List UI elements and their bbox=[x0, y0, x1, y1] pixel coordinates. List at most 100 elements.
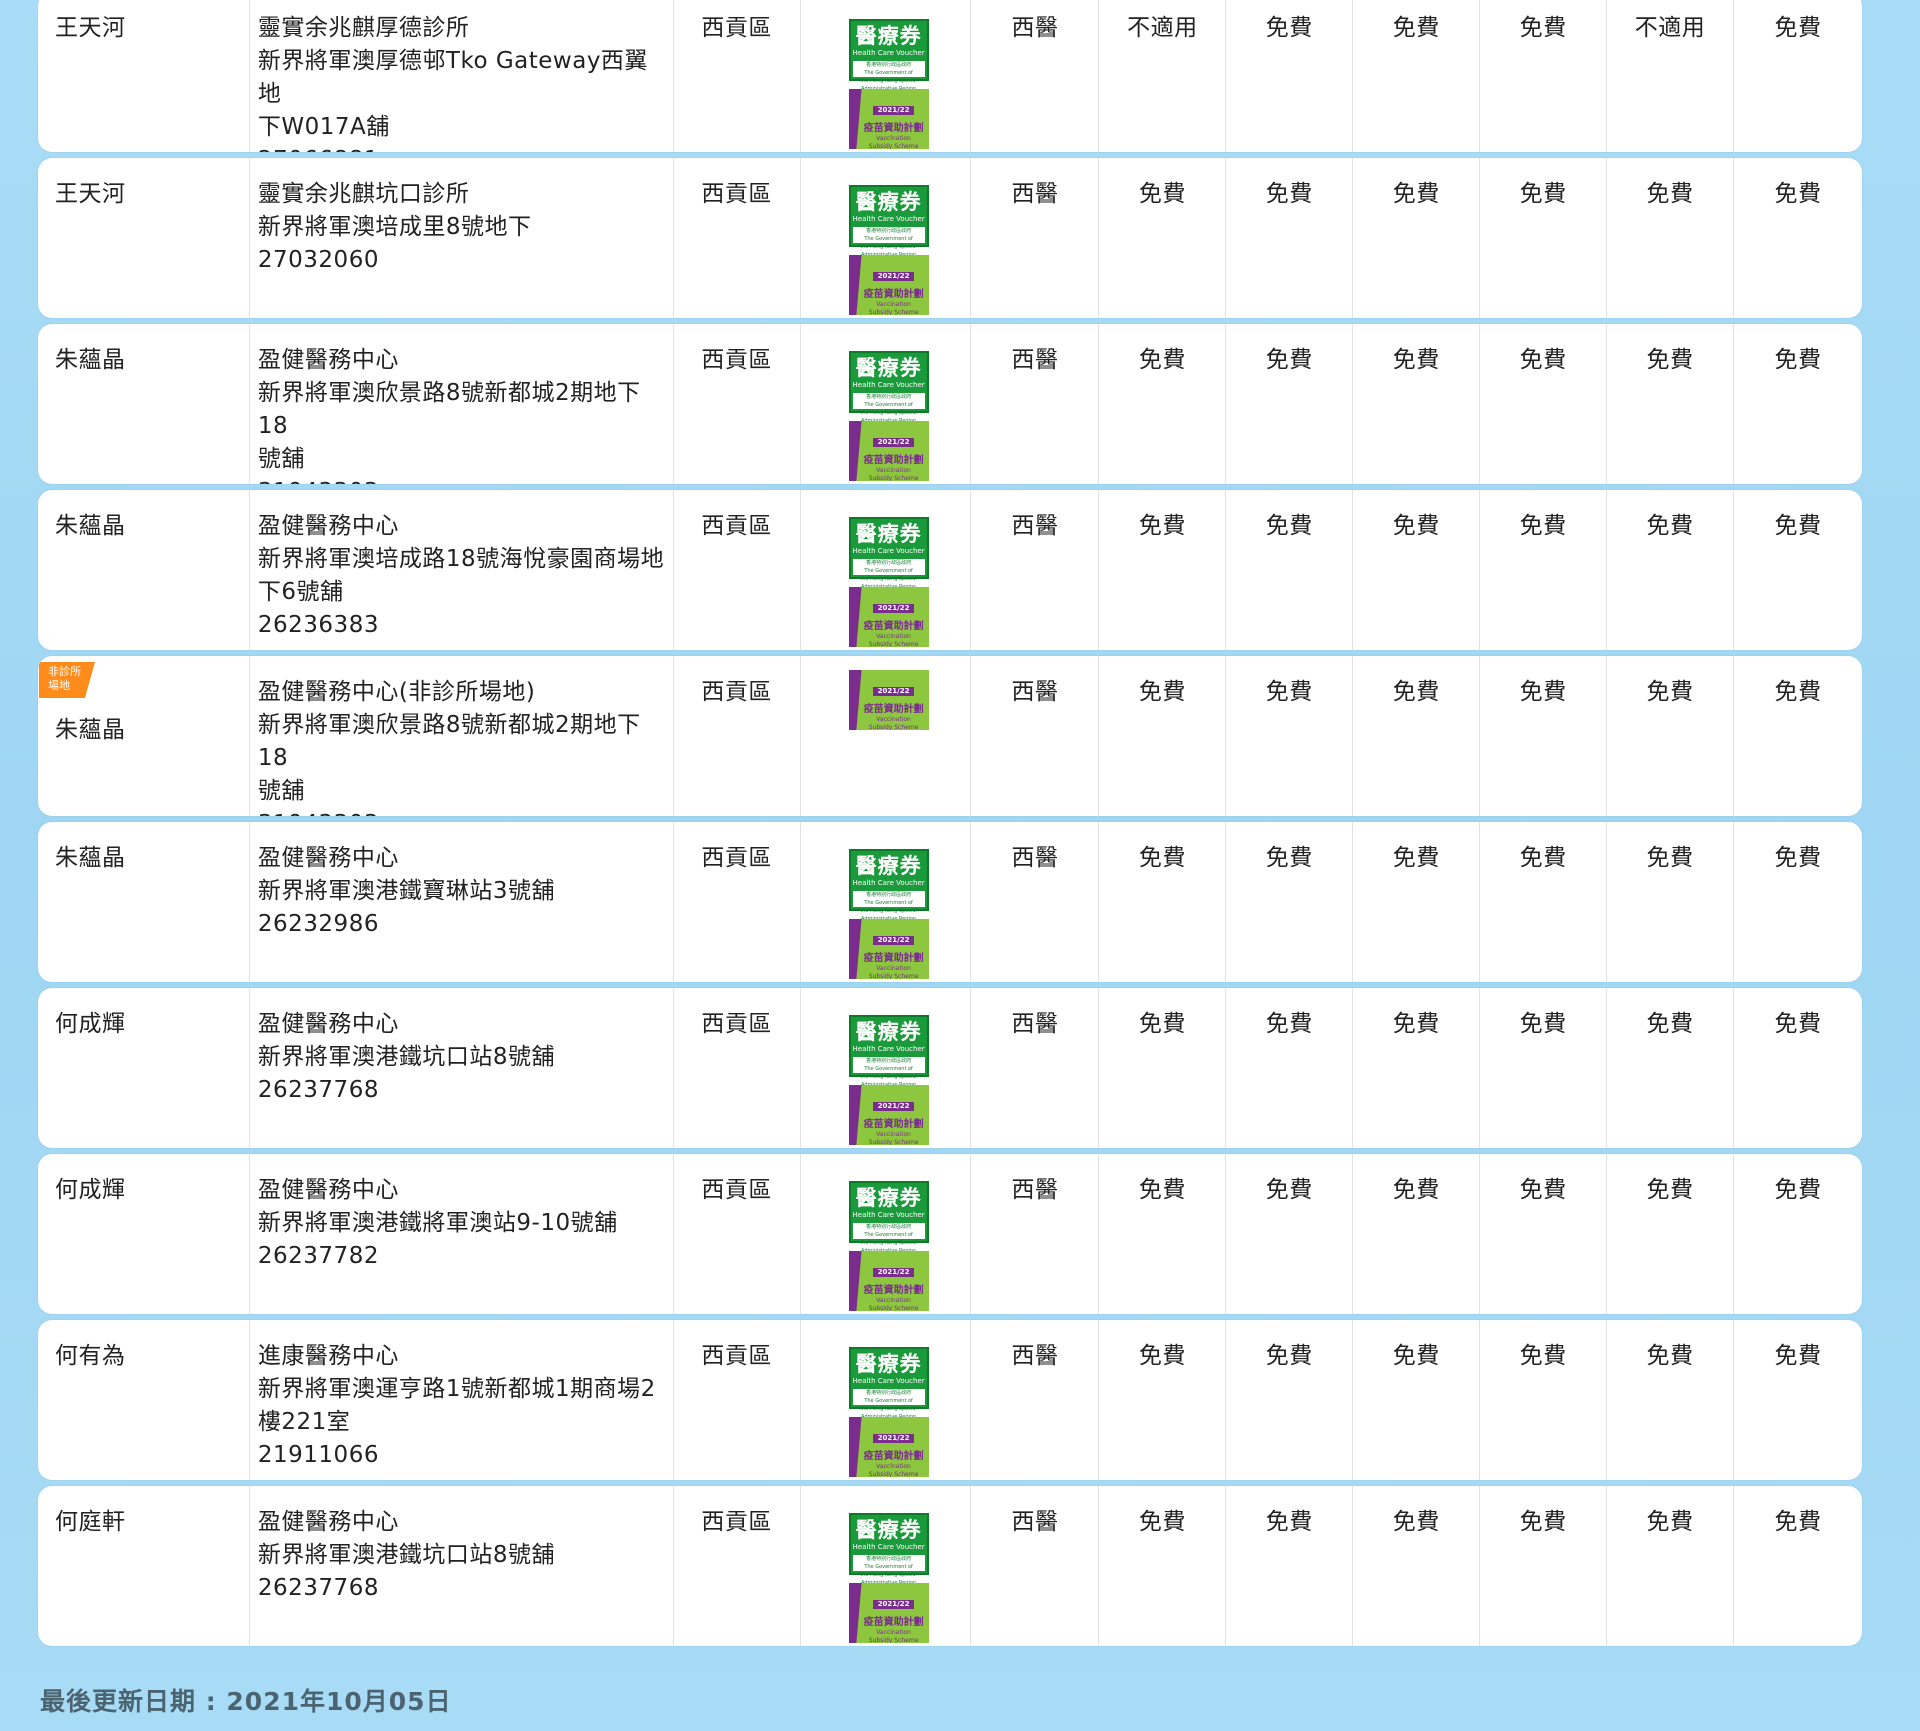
fee-cell: 免費 bbox=[1226, 1486, 1354, 1646]
doctor-cell: 何成輝 bbox=[38, 1154, 250, 1314]
fee-cell: 免費 bbox=[1480, 1486, 1608, 1646]
fee-cell: 免費 bbox=[1774, 181, 1822, 207]
health-care-voucher-logo: 醫療券 Health Care Voucher 香港特別行政區政府 The Gove… bbox=[848, 19, 929, 92]
district-cell: 西貢區 bbox=[674, 1154, 801, 1314]
fee-cell: 免費 bbox=[1607, 158, 1735, 318]
doctor-name: 何成輝 bbox=[55, 1011, 126, 1037]
clinic-cell: 盈健醫務中心(非診所場地) 新界將軍澳欣景路8號新都城2期地下18 號舖 319433… bbox=[250, 656, 674, 816]
practice-type-cell: 西醫 bbox=[971, 0, 1100, 152]
hcv-strip: 香港特別行政區政府 The Government of the Hong Kon… bbox=[852, 1389, 925, 1420]
vss-title: 疫苗資助計劃 bbox=[863, 123, 924, 134]
scheme-cell: 醫療券 Health Care Voucher 香港特別行政區政府 The Gove… bbox=[801, 1320, 972, 1480]
doctor-name: 朱蘊晶 bbox=[55, 845, 126, 871]
clinic-address-line: 新界將軍澳厚德邨Tko Gateway西翼地 bbox=[257, 48, 648, 107]
vss-title: 疫苗資助計劃 bbox=[863, 1285, 924, 1296]
vss-title: 疫苗資助計劃 bbox=[863, 1451, 924, 1462]
scheme-cell: 醫療券 Health Care Voucher 香港特別行政區政府 The Gove… bbox=[801, 158, 972, 318]
hcv-title: 醫療券 bbox=[855, 1352, 922, 1376]
clinic-phone: 26237782 bbox=[257, 1243, 379, 1269]
hcv-subtitle: Health Care Voucher bbox=[852, 1543, 925, 1551]
district-cell: 西貢區 bbox=[674, 490, 801, 650]
hcv-subtitle: Health Care Voucher bbox=[852, 1377, 925, 1385]
clinic-address-line: 新界將軍澳運亨路1號新都城1期商場2 bbox=[257, 1376, 656, 1402]
clinic-phone: 31943303 bbox=[258, 476, 667, 484]
vss-subtitle: Vaccination Subsidy Scheme bbox=[868, 1131, 919, 1145]
fee-cell: 免費 bbox=[1774, 347, 1822, 373]
clinic-cell: 盈健醫務中心 新界將軍澳港鐵將軍澳站9-10號舖 26237782 bbox=[250, 1154, 674, 1314]
table-row: 何庭軒 盈健醫務中心 新界將軍澳港鐵坑口站8號舖 26237768 西貢區 醫療券 Heal… bbox=[38, 1486, 1862, 1646]
fee-cell: 免費 bbox=[1353, 0, 1481, 152]
health-care-voucher-logo: 醫療券 Health Care Voucher 香港特別行政區政府 The Gove… bbox=[848, 1015, 929, 1088]
fee-cell: 免費 bbox=[1480, 158, 1608, 318]
clinic-cell: 盈健醫務中心 新界將軍澳港鐵坑口站8號舖 26237768 bbox=[250, 988, 674, 1148]
fee-cell: 免費 bbox=[1480, 490, 1608, 650]
table-row: 王天河 靈實余兆麒坑口診所 新界將軍澳培成里8號地下 27032060 西貢區 醫療券 He… bbox=[38, 158, 1862, 318]
hcv-strip: 香港特別行政區政府 The Government of the Hong Kon… bbox=[852, 1057, 925, 1088]
fee-cell: 免費 bbox=[1607, 822, 1735, 982]
clinic-name: 靈實余兆麒厚德診所 bbox=[257, 15, 470, 41]
scheme-cell: 醫療券 Health Care Voucher 香港特別行政區政府 The Gove… bbox=[801, 1486, 972, 1646]
vss-title: 疫苗資助計劃 bbox=[863, 704, 924, 715]
doctor-cell: 何有為 bbox=[38, 1320, 250, 1480]
clinic-name: 盈健醫務中心 bbox=[257, 347, 399, 373]
scheme-cell: 醫療券 Health Care Voucher 香港特別行政區政府 The Gove… bbox=[801, 324, 972, 484]
fee-cell: 免費 bbox=[1607, 324, 1735, 484]
vss-year: 2021/22 bbox=[872, 687, 915, 696]
vss-year: 2021/22 bbox=[872, 1268, 915, 1277]
fee-cell: 免費 bbox=[1607, 656, 1735, 816]
fee-cell: 免費 bbox=[1607, 1486, 1735, 1646]
practice-type-cell: 西醫 bbox=[971, 490, 1100, 650]
practice-type-cell: 西醫 bbox=[971, 324, 1100, 484]
hcv-strip: 香港特別行政區政府 The Government of the Hong Kon… bbox=[852, 61, 925, 92]
doctor-cell: 王天河 bbox=[38, 158, 250, 318]
fee-cell: 免費 bbox=[1226, 1320, 1354, 1480]
scheme-cell: 醫療券 Health Care Voucher 香港特別行政區政府 The Gove… bbox=[801, 1154, 972, 1314]
doctor-cell: 何成輝 bbox=[38, 988, 250, 1148]
hcv-strip: 香港特別行政區政府 The Government of the Hong Kon… bbox=[852, 559, 925, 590]
clinic-name: 盈健醫務中心(非診所場地) bbox=[257, 679, 536, 705]
district-cell: 西貢區 bbox=[674, 656, 801, 816]
vaccination-subsidy-scheme-logo: 2021/22 疫苗資助計劃 Vaccination Subsidy Scheme bbox=[848, 1251, 929, 1311]
vss-year: 2021/22 bbox=[872, 106, 915, 115]
vaccination-subsidy-scheme-logo: 2021/22 疫苗資助計劃 Vaccination Subsidy Scheme bbox=[848, 255, 929, 315]
clinic-address-line: 新界將軍澳港鐵坑口站8號舖 bbox=[257, 1542, 556, 1568]
clinic-phone: 27032060 bbox=[257, 247, 379, 273]
fee-cell: 免費 bbox=[1226, 158, 1354, 318]
clinic-address-line: 下W017A舖 bbox=[257, 114, 390, 140]
fee-cell: 免費 bbox=[1099, 822, 1227, 982]
table-row: 何成輝 盈健醫務中心 新界將軍澳港鐵坑口站8號舖 26237768 西貢區 醫療券 Heal… bbox=[38, 988, 1862, 1148]
hcv-subtitle: Health Care Voucher bbox=[852, 1211, 925, 1219]
fee-cell: 不適用 bbox=[1607, 0, 1735, 152]
vss-year: 2021/22 bbox=[872, 1102, 915, 1111]
vss-year: 2021/22 bbox=[872, 604, 915, 613]
doctor-cell: 朱蘊晶 bbox=[38, 822, 250, 982]
vss-subtitle: Vaccination Subsidy Scheme bbox=[868, 1463, 919, 1477]
scheme-cell: 2021/22 疫苗資助計劃 Vaccination Subsidy Scheme bbox=[801, 656, 972, 816]
doctor-name: 何成輝 bbox=[55, 1177, 126, 1203]
fee-cell: 免費 bbox=[1226, 1154, 1354, 1314]
fee-cell: 免費 bbox=[1774, 513, 1822, 539]
district-cell: 西貢區 bbox=[674, 988, 801, 1148]
hcv-strip: 香港特別行政區政府 The Government of the Hong Kon… bbox=[852, 891, 925, 922]
scheme-cell: 醫療券 Health Care Voucher 香港特別行政區政府 The Gove… bbox=[801, 988, 972, 1148]
fee-cell: 免費 bbox=[1774, 1011, 1822, 1037]
health-care-voucher-logo: 醫療券 Health Care Voucher 香港特別行政區政府 The Gove… bbox=[848, 1347, 929, 1420]
clinic-address-line: 新界將軍澳培成路18號海悅豪園商場地 bbox=[257, 546, 665, 572]
vss-year: 2021/22 bbox=[872, 438, 915, 447]
clinic-table: 王天河 靈實余兆麒厚德診所新界將軍澳厚德邨Tko Gateway西翼地下W017A… bbox=[38, 0, 1862, 1652]
clinic-phone: 31943303 bbox=[258, 808, 667, 816]
vss-subtitle: Vaccination Subsidy Scheme bbox=[868, 135, 919, 149]
last-updated-text: 最後更新日期 : 2021年10月05日 bbox=[40, 1687, 452, 1716]
vaccination-subsidy-scheme-logo: 2021/22 疫苗資助計劃 Vaccination Subsidy Scheme bbox=[848, 919, 929, 979]
doctor-cell: 朱蘊晶 bbox=[38, 490, 250, 650]
fee-cell: 免費 bbox=[1774, 1177, 1822, 1203]
clinic-name: 盈健醫務中心 bbox=[257, 1509, 399, 1535]
clinic-address-line: 下6號舖 bbox=[257, 579, 344, 605]
clinic-cell: 進康醫務中心 新界將軍澳運亨路1號新都城1期商場2 樓221室 21911066 bbox=[250, 1320, 674, 1480]
district-cell: 西貢區 bbox=[674, 158, 801, 318]
fee-cell: 免費 bbox=[1099, 158, 1227, 318]
fee-cell: 免費 bbox=[1099, 1154, 1227, 1314]
vss-title: 疫苗資助計劃 bbox=[863, 1119, 924, 1130]
clinic-name: 盈健醫務中心 bbox=[257, 1177, 399, 1203]
hcv-subtitle: Health Care Voucher bbox=[852, 381, 925, 389]
